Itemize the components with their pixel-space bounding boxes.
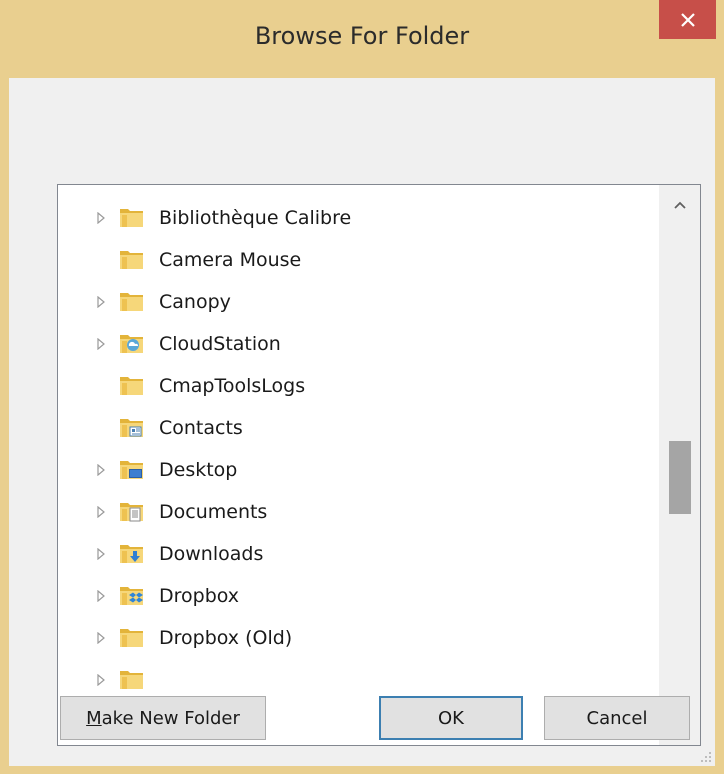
- folder-tree-list: Bibliothèque Calibre Camera Mouse Canopy Cl…: [58, 197, 654, 701]
- dropbox-folder-icon: [120, 587, 143, 605]
- tree-item-label: Documents: [159, 501, 268, 523]
- resize-grip-icon[interactable]: [699, 750, 713, 764]
- folder-icon: [120, 251, 143, 269]
- ok-button[interactable]: OK: [379, 696, 523, 740]
- expand-arrow-icon[interactable]: [96, 338, 106, 350]
- folder-icon: [120, 209, 143, 227]
- tree-item-label: Downloads: [159, 543, 264, 565]
- tree-item[interactable]: CmapToolsLogs: [58, 365, 654, 407]
- tree-item-label: Contacts: [159, 417, 243, 439]
- tree-item[interactable]: Canopy: [58, 281, 654, 323]
- expand-arrow-icon[interactable]: [96, 632, 106, 644]
- dialog-body: Bibliothèque Calibre Camera Mouse Canopy Cl…: [9, 78, 715, 766]
- folder-tree[interactable]: Bibliothèque Calibre Camera Mouse Canopy Cl…: [57, 184, 701, 746]
- contacts-folder-icon: [120, 419, 143, 437]
- make-new-folder-mnemonic: M: [86, 707, 102, 729]
- expand-arrow-icon[interactable]: [96, 296, 106, 308]
- tree-item[interactable]: Bibliothèque Calibre: [58, 197, 654, 239]
- vertical-scrollbar[interactable]: [659, 185, 700, 745]
- expand-arrow-icon[interactable]: [96, 590, 106, 602]
- expand-arrow-icon[interactable]: [96, 674, 106, 686]
- dialog-title: Browse For Folder: [254, 22, 470, 50]
- tree-item-label: CloudStation: [159, 333, 281, 355]
- downloads-folder-icon: [120, 545, 143, 563]
- make-new-folder-label: ake New Folder: [101, 707, 240, 729]
- title-bar[interactable]: Browse For Folder: [0, 0, 724, 78]
- desktop-folder-icon: [120, 461, 143, 479]
- tree-item[interactable]: Downloads: [58, 533, 654, 575]
- tree-item[interactable]: CloudStation: [58, 323, 654, 365]
- cancel-button[interactable]: Cancel: [544, 696, 690, 740]
- tree-item-label: Canopy: [159, 291, 231, 313]
- folder-icon: [120, 629, 143, 647]
- tree-item-label: Bibliothèque Calibre: [159, 207, 352, 229]
- tree-item[interactable]: Desktop: [58, 449, 654, 491]
- expand-arrow-icon[interactable]: [96, 212, 106, 224]
- tree-item-label: Desktop: [159, 459, 238, 481]
- tree-item[interactable]: Dropbox (Old): [58, 617, 654, 659]
- tree-item[interactable]: Dropbox: [58, 575, 654, 617]
- documents-folder-icon: [120, 503, 143, 522]
- cancel-label: Cancel: [586, 707, 648, 729]
- tree-item-label: Dropbox (Old): [159, 627, 293, 649]
- scroll-thumb[interactable]: [669, 441, 691, 514]
- expand-arrow-icon[interactable]: [96, 506, 106, 518]
- close-icon: [680, 12, 695, 27]
- folder-icon: [120, 377, 143, 395]
- tree-item[interactable]: Documents: [58, 491, 654, 533]
- cloudstation-folder-icon: [120, 335, 143, 353]
- tree-item[interactable]: Camera Mouse: [58, 239, 654, 281]
- scroll-up-button[interactable]: [660, 185, 700, 225]
- chevron-up-icon: [674, 201, 686, 209]
- expand-arrow-icon[interactable]: [96, 464, 106, 476]
- tree-item-label: Dropbox: [159, 585, 240, 607]
- folder-icon: [120, 671, 143, 689]
- tree-item[interactable]: Contacts: [58, 407, 654, 449]
- browse-for-folder-dialog: Browse For Folder Bibliothèque Calibre Ca…: [0, 0, 724, 774]
- tree-item[interactable]: [58, 659, 654, 701]
- ok-label: OK: [438, 707, 464, 729]
- tree-item-label: CmapToolsLogs: [159, 375, 306, 397]
- folder-icon: [120, 293, 143, 311]
- tree-item-label: Camera Mouse: [159, 249, 302, 271]
- make-new-folder-button[interactable]: Make New Folder: [60, 696, 266, 740]
- expand-arrow-icon[interactable]: [96, 548, 106, 560]
- close-button[interactable]: [659, 0, 716, 39]
